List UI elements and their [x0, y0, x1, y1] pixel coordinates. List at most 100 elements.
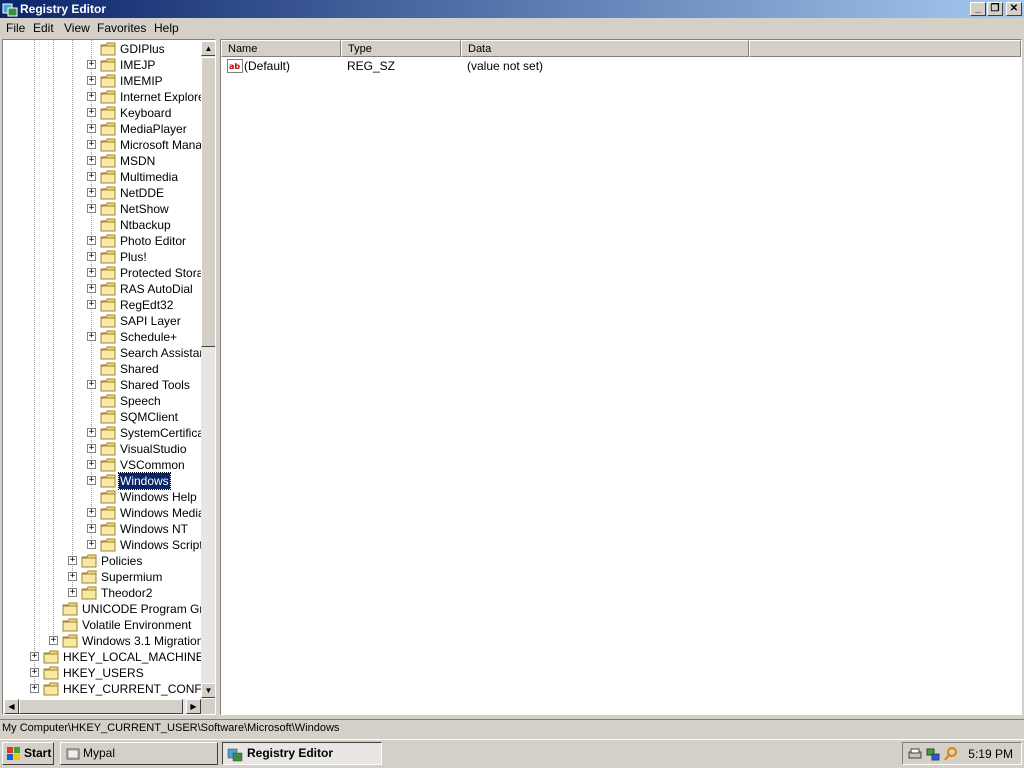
tree-node[interactable]: + NetShow — [3, 201, 200, 217]
tree-node[interactable]: + Plus! — [3, 249, 200, 265]
tree-node[interactable]: + Windows NT — [3, 521, 200, 537]
tree-node[interactable]: + Protected Storag — [3, 265, 210, 281]
tree-node[interactable]: + MediaPlayer — [3, 121, 200, 137]
expand-plus-icon[interactable]: + — [87, 108, 96, 117]
registry-value-list[interactable]: Name Type Data ab (Default) REG_SZ (valu… — [220, 39, 1022, 715]
expand-plus-icon[interactable]: + — [87, 236, 96, 245]
expand-plus-icon[interactable]: + — [87, 172, 96, 181]
expand-plus-icon[interactable]: + — [87, 284, 96, 293]
tree-node[interactable]: Search Assistant — [3, 345, 209, 361]
menu-favorites[interactable]: Favorites — [97, 21, 146, 35]
expand-plus-icon[interactable]: + — [30, 652, 39, 661]
tree-node[interactable]: + IMEMIP — [3, 73, 200, 89]
tree-node[interactable]: GDIPlus — [3, 41, 200, 57]
column-header-data[interactable]: Data — [461, 40, 749, 57]
scroll-up-button[interactable]: ▲ — [201, 41, 215, 56]
expand-plus-icon[interactable]: + — [87, 540, 96, 549]
tree-node[interactable]: + Windows — [3, 472, 200, 490]
expand-plus-icon[interactable]: + — [87, 92, 96, 101]
expand-plus-icon[interactable]: + — [87, 204, 96, 213]
search-icon[interactable] — [943, 746, 959, 762]
tree-horizontal-scroll-thumb[interactable] — [19, 699, 183, 714]
tree-node[interactable]: + Multimedia — [3, 169, 200, 185]
tree-node[interactable]: Shared — [3, 361, 200, 377]
tree-node[interactable]: Windows Help — [3, 489, 200, 505]
expand-plus-icon[interactable]: + — [87, 252, 96, 261]
tree-node[interactable]: + NetDDE — [3, 185, 200, 201]
tree-node[interactable]: + Shared Tools — [3, 377, 200, 393]
expand-plus-icon[interactable]: + — [87, 444, 96, 453]
scroll-down-button[interactable]: ▼ — [201, 683, 215, 698]
tree-node[interactable]: SAPI Layer — [3, 313, 200, 329]
expand-plus-icon[interactable]: + — [87, 268, 96, 277]
menu-file[interactable]: File — [6, 21, 25, 35]
expand-plus-icon[interactable]: + — [87, 476, 96, 485]
network-icon[interactable] — [925, 746, 941, 762]
expand-plus-icon[interactable]: + — [87, 524, 96, 533]
expand-plus-icon[interactable]: + — [87, 460, 96, 469]
expand-plus-icon[interactable]: + — [68, 572, 77, 581]
printer-icon[interactable] — [907, 746, 923, 762]
tree-node[interactable]: SQMClient — [3, 409, 200, 425]
expand-plus-icon[interactable]: + — [30, 684, 39, 693]
tree-node[interactable]: + HKEY_CURRENT_CONFIG — [3, 681, 214, 697]
column-header-name[interactable]: Name — [221, 40, 341, 57]
tree-node[interactable]: Speech — [3, 393, 200, 409]
expand-plus-icon[interactable]: + — [87, 380, 96, 389]
tree-node[interactable]: + VSCommon — [3, 457, 200, 473]
tree-node[interactable]: + HKEY_USERS — [3, 665, 200, 681]
expand-plus-icon[interactable]: + — [49, 636, 58, 645]
tree-node[interactable]: + Windows Script I — [3, 537, 209, 553]
tree-node[interactable]: Volatile Environment — [3, 617, 200, 633]
tree-node[interactable]: + VisualStudio — [3, 441, 200, 457]
tree-node[interactable]: + MSDN — [3, 153, 200, 169]
tree-node[interactable]: UNICODE Program Grou — [3, 601, 215, 617]
menu-edit[interactable]: Edit — [33, 21, 54, 35]
tree-node[interactable]: + Keyboard — [3, 105, 200, 121]
expand-plus-icon[interactable]: + — [87, 140, 96, 149]
tree-node[interactable]: + SystemCertificat — [3, 425, 207, 441]
column-header-type[interactable]: Type — [341, 40, 461, 57]
registry-key-tree[interactable]: GDIPlus + IMEJP + IMEMIP + Internet Explorer + K… — [2, 39, 216, 715]
tree-node[interactable]: + Photo Editor — [3, 233, 200, 249]
clock[interactable]: 5:19 PM — [968, 747, 1013, 761]
taskbar-button-registry-editor[interactable]: Registry Editor — [222, 742, 382, 765]
tree-vertical-scroll-thumb[interactable] — [201, 57, 215, 347]
expand-plus-icon[interactable]: + — [87, 428, 96, 437]
tree-node[interactable]: + Windows 3.1 Migration S — [3, 633, 215, 649]
tree-node[interactable]: Ntbackup — [3, 217, 200, 233]
close-button[interactable]: ✕ — [1006, 2, 1022, 16]
expand-plus-icon[interactable]: + — [87, 76, 96, 85]
expand-plus-icon[interactable]: + — [87, 188, 96, 197]
tree-node[interactable]: + Windows Media — [3, 505, 205, 521]
tree-node[interactable]: + Policies — [3, 553, 200, 569]
tree-node[interactable]: + RAS AutoDial — [3, 281, 200, 297]
expand-plus-icon[interactable]: + — [87, 300, 96, 309]
expand-plus-icon[interactable]: + — [87, 156, 96, 165]
expand-plus-icon[interactable]: + — [87, 124, 96, 133]
scroll-left-button[interactable]: ◀ — [4, 699, 19, 714]
tree-node-label: Plus! — [120, 250, 147, 264]
menu-view[interactable]: View — [64, 21, 90, 35]
tree-node[interactable]: + Theodor2 — [3, 585, 200, 601]
tree-node[interactable]: + IMEJP — [3, 57, 200, 73]
expand-plus-icon[interactable]: + — [87, 332, 96, 341]
scroll-right-button[interactable]: ▶ — [186, 699, 201, 714]
expand-plus-icon[interactable]: + — [68, 588, 77, 597]
expand-plus-icon[interactable]: + — [87, 60, 96, 69]
title-bar[interactable]: Registry Editor _ ❐ ✕ — [0, 0, 1024, 18]
tree-node[interactable]: + Supermium — [3, 569, 200, 585]
tree-node[interactable]: + HKEY_LOCAL_MACHINE — [3, 649, 204, 665]
tree-node[interactable]: + Schedule+ — [3, 329, 200, 345]
tree-node[interactable]: + Microsoft Manag — [3, 137, 209, 153]
restore-button[interactable]: ❐ — [987, 2, 1003, 16]
expand-plus-icon[interactable]: + — [68, 556, 77, 565]
menu-help[interactable]: Help — [154, 21, 179, 35]
expand-plus-icon[interactable]: + — [87, 508, 96, 517]
minimize-button[interactable]: _ — [970, 2, 986, 16]
tree-node[interactable]: + Internet Explorer — [3, 89, 209, 105]
expand-plus-icon[interactable]: + — [30, 668, 39, 677]
tree-node[interactable]: + RegEdt32 — [3, 297, 200, 313]
taskbar-button-mypal[interactable]: Mypal — [60, 742, 218, 765]
start-button[interactable]: Start — [2, 742, 54, 765]
